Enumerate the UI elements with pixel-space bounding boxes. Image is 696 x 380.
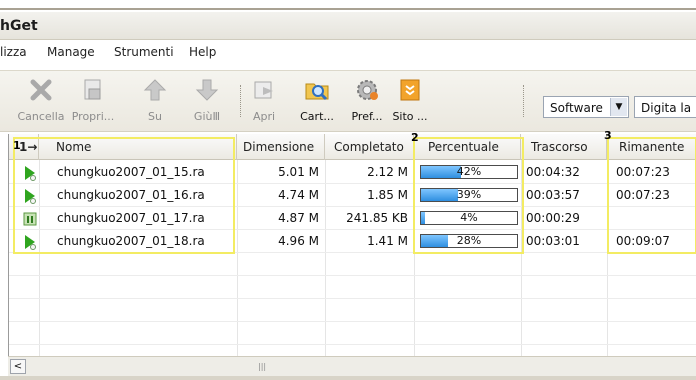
remaining-time xyxy=(616,207,696,230)
completed-size: 2.12 M xyxy=(367,165,408,179)
menu-item-visualizza[interactable]: lizza xyxy=(0,45,27,59)
remaining-time: 00:09:07 xyxy=(616,234,670,248)
file-size: 4.87 M xyxy=(278,211,319,225)
delete-x-icon xyxy=(28,77,54,103)
up-arrow-icon xyxy=(142,77,168,103)
folder-search-icon xyxy=(304,77,330,103)
remaining-time: 00:07:23 xyxy=(616,165,670,179)
delete-button[interactable]: Cancella xyxy=(14,77,68,123)
annotation-number-2: 2 xyxy=(411,131,419,144)
website-icon xyxy=(397,77,423,103)
search-input-value: Digita la xyxy=(641,101,692,115)
website-button-label: Sito ... xyxy=(392,110,428,123)
completed-size: 1.41 M xyxy=(367,234,408,248)
table-row[interactable]: chungkuo2007_01_15.ra 5.01 M 2.12 M 42% … xyxy=(9,161,696,184)
down-arrow-icon xyxy=(194,77,220,103)
toolbar-separator xyxy=(523,85,524,117)
elapsed-time: 00:00:29 xyxy=(526,211,580,225)
column-header-remaining[interactable]: Rimanente xyxy=(607,134,696,160)
progress-bar: 4% xyxy=(414,207,521,230)
chevron-down-icon[interactable]: ▼ xyxy=(610,98,627,116)
annotation-number-1: 1 xyxy=(13,139,21,152)
progress-percent: 28% xyxy=(456,234,482,247)
file-size: 4.74 M xyxy=(278,188,319,202)
properties-icon xyxy=(80,77,106,103)
file-size: 4.96 M xyxy=(278,234,319,248)
progress-bar: 39% xyxy=(414,184,521,207)
menu-bar: lizza Manage Strumenti Help xyxy=(0,41,696,65)
open-icon xyxy=(251,77,277,103)
horizontal-scrollbar[interactable]: < ||| xyxy=(8,356,696,376)
elapsed-time: 00:03:01 xyxy=(526,234,580,248)
file-name: chungkuo2007_01_16.ra xyxy=(57,188,205,202)
play-icon xyxy=(23,230,39,253)
progress-percent: 39% xyxy=(456,188,482,201)
scroll-left-icon[interactable]: < xyxy=(10,359,26,374)
table-row[interactable]: chungkuo2007_01_18.ra 4.96 M 1.41 M 28% … xyxy=(9,230,696,253)
top-edge xyxy=(0,0,696,12)
progress-bar: 42% xyxy=(414,161,521,184)
download-list[interactable]: 1→| Nome Dimensione Completato Percentua… xyxy=(8,129,696,356)
preferences-gear-icon xyxy=(354,77,380,103)
remaining-time: 00:07:23 xyxy=(616,188,670,202)
file-name: chungkuo2007_01_18.ra xyxy=(57,234,205,248)
title-bar: hGet xyxy=(0,12,696,40)
folder-button[interactable]: Cart... xyxy=(290,77,344,123)
progress-percent: 42% xyxy=(456,165,482,178)
column-header-completed[interactable]: Completato xyxy=(325,134,414,160)
progress-bar: 28% xyxy=(414,230,521,253)
column-header-size[interactable]: Dimensione xyxy=(237,134,325,160)
category-select-value: Software xyxy=(550,101,603,115)
menu-item-strumenti[interactable]: Strumenti xyxy=(114,45,174,59)
table-row[interactable]: chungkuo2007_01_17.ra 4.87 M 241.85 KB 4… xyxy=(9,207,696,230)
menu-item-manage[interactable]: Manage xyxy=(47,45,95,59)
play-icon xyxy=(23,184,39,207)
elapsed-time: 00:03:57 xyxy=(526,188,580,202)
list-header: 1→| Nome Dimensione Completato Percentua… xyxy=(9,134,696,160)
column-header-elapsed[interactable]: Trascorso xyxy=(521,134,607,160)
file-name: chungkuo2007_01_17.ra xyxy=(57,211,205,225)
window-title: hGet xyxy=(0,18,38,34)
bottom-edge xyxy=(0,376,696,380)
paused-icon xyxy=(23,207,39,230)
annotation-number-3: 3 xyxy=(604,129,612,142)
move-up-button[interactable]: Su xyxy=(128,77,182,123)
properties-button[interactable]: Propri... xyxy=(66,77,120,123)
table-row[interactable]: chungkuo2007_01_16.ra 4.74 M 1.85 M 39% … xyxy=(9,184,696,207)
column-header-percent[interactable]: Percentuale xyxy=(414,134,521,160)
category-select[interactable]: Software ▼ xyxy=(543,96,629,118)
elapsed-time: 00:04:32 xyxy=(526,165,580,179)
website-button[interactable]: Sito ... xyxy=(383,77,437,123)
file-size: 5.01 M xyxy=(278,165,319,179)
move-down-button[interactable]: GiùⅢ xyxy=(180,77,234,123)
progress-percent: 4% xyxy=(460,211,478,224)
play-icon xyxy=(23,161,39,184)
completed-size: 241.85 KB xyxy=(346,211,408,225)
scroll-thumb-grip[interactable]: ||| xyxy=(258,362,266,371)
menu-item-help[interactable]: Help xyxy=(189,45,216,59)
open-button[interactable]: Apri xyxy=(237,77,291,123)
search-input[interactable]: Digita la xyxy=(634,96,696,118)
completed-size: 1.85 M xyxy=(367,188,408,202)
file-name: chungkuo2007_01_15.ra xyxy=(57,165,205,179)
column-header-name[interactable]: Nome xyxy=(39,134,237,160)
